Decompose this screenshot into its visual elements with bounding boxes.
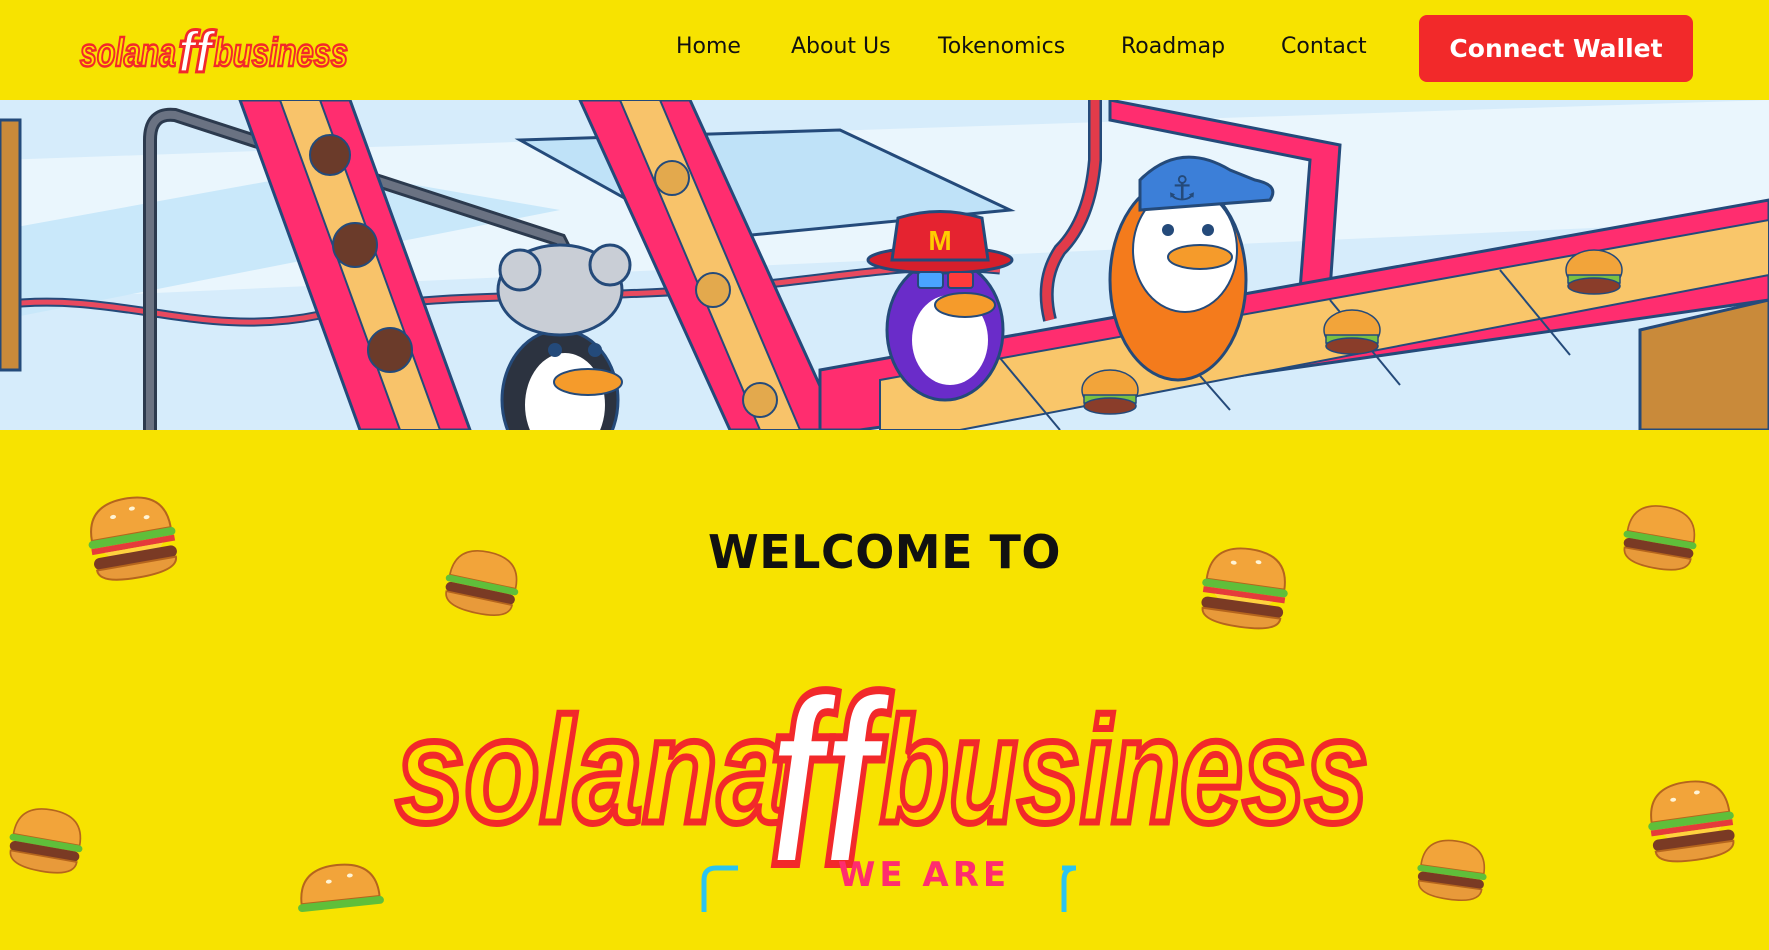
header-bar: solana ff business Home About Us Tokenom…	[0, 0, 1769, 100]
hero-logo: solana ff business WE ARE	[393, 643, 1372, 912]
svg-text:⚓: ⚓	[1167, 169, 1197, 209]
burger-decoration	[1417, 839, 1487, 902]
nav-tokenomics[interactable]: Tokenomics	[938, 34, 1065, 59]
nav-home[interactable]: Home	[676, 34, 741, 59]
svg-text:solana: solana	[396, 686, 786, 854]
factory-illustration: M ⚓	[0, 100, 1769, 430]
connect-wallet-button[interactable]: Connect Wallet	[1419, 15, 1693, 82]
hero-banner: M ⚓	[0, 100, 1769, 430]
svg-text:business: business	[880, 686, 1368, 854]
nav-roadmap[interactable]: Roadmap	[1121, 34, 1225, 59]
burger-decoration	[9, 808, 83, 874]
hat-letter: M	[928, 225, 951, 256]
tagline-text: WE ARE	[838, 855, 1010, 895]
burger-decoration	[1648, 780, 1735, 863]
burger-decoration	[298, 863, 384, 913]
nav-contact[interactable]: Contact	[1281, 34, 1367, 59]
nav-about-us[interactable]: About Us	[791, 34, 891, 59]
welcome-heading: WELCOME TO	[707, 525, 1062, 579]
